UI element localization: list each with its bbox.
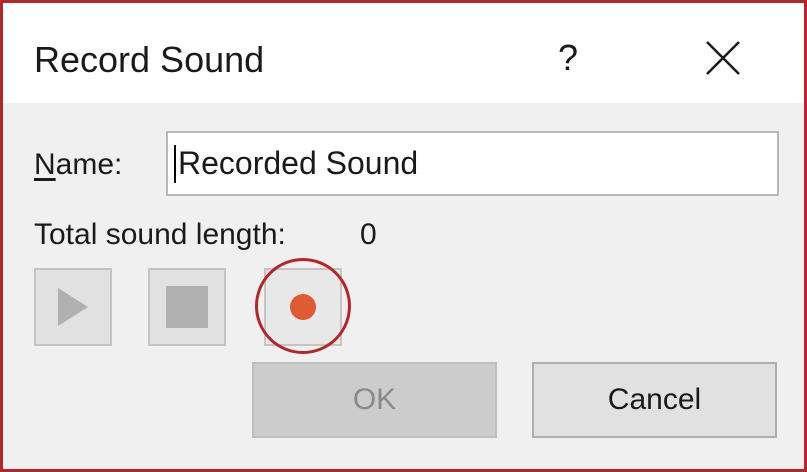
help-icon: ? (557, 37, 579, 78)
close-icon (706, 41, 740, 75)
close-button[interactable] (683, 23, 763, 93)
stop-button[interactable] (148, 268, 226, 346)
sound-length-value: 0 (360, 218, 377, 251)
stop-icon (166, 286, 208, 328)
sound-length-label: Total sound length: (34, 218, 286, 251)
name-input[interactable] (166, 131, 779, 196)
ok-button[interactable]: OK (252, 362, 497, 438)
text-caret (174, 145, 176, 183)
dialog-title: Record Sound (34, 39, 265, 80)
play-button[interactable] (34, 268, 112, 346)
name-label-text: ame: (55, 148, 123, 181)
help-button[interactable]: ? (533, 23, 603, 93)
record-icon (290, 294, 316, 320)
play-icon (58, 288, 88, 326)
title-bar: Record Sound ? (3, 3, 804, 103)
name-label-accelerator: N (34, 148, 56, 181)
record-button[interactable] (264, 268, 342, 346)
name-label: Name: (34, 148, 122, 182)
record-sound-dialog: Record Sound ? Name: Total sound length:… (0, 0, 807, 472)
cancel-button[interactable]: Cancel (532, 362, 777, 438)
